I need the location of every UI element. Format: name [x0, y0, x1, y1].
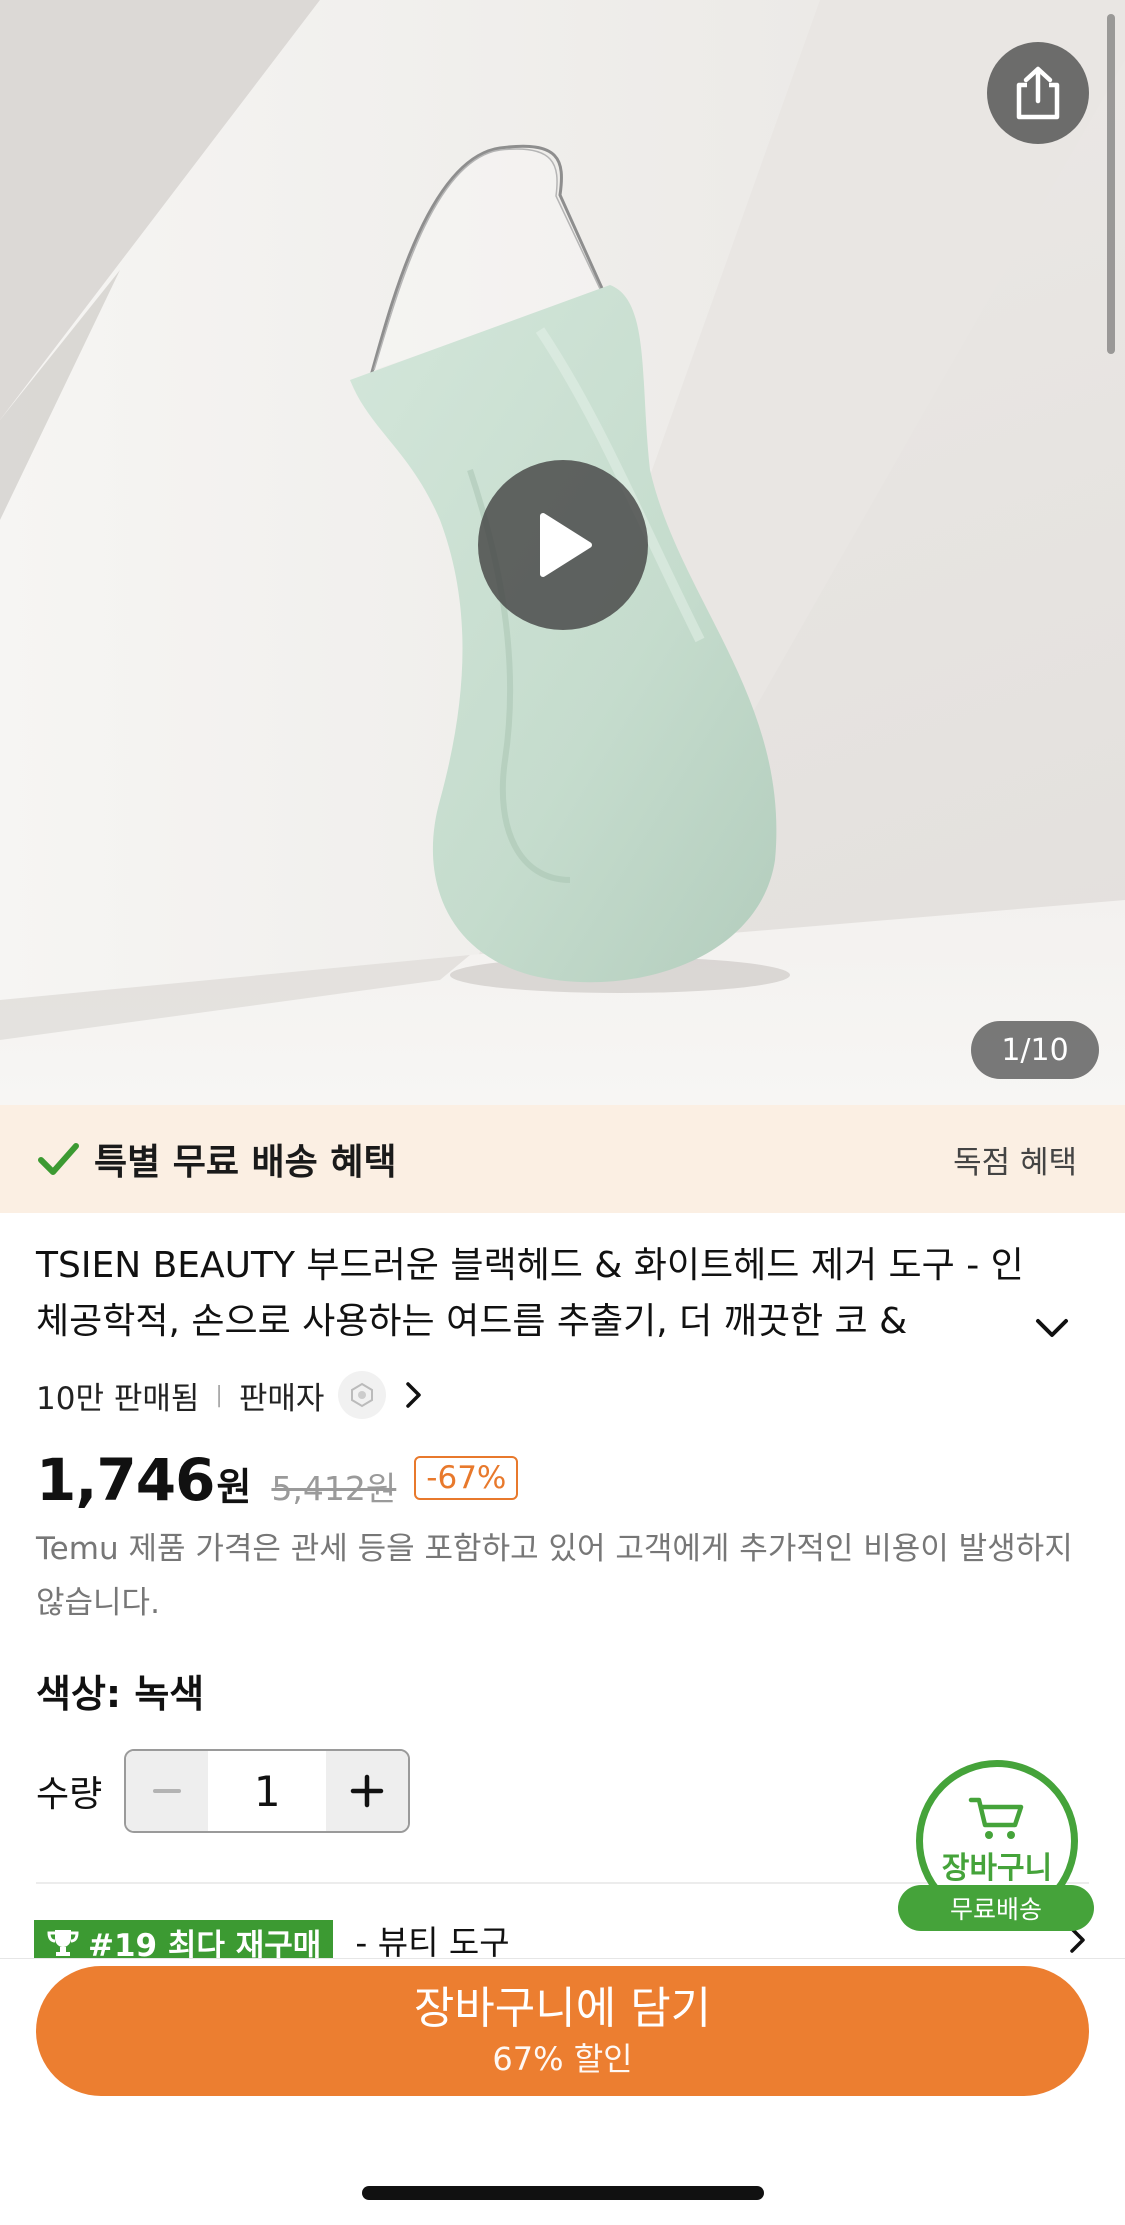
share-icon [1016, 66, 1060, 120]
quantity-row: 수량 1 [36, 1748, 411, 1834]
rank-badge: #19 최다 재구매 [34, 1920, 334, 1961]
image-counter: 1/10 [971, 1021, 1099, 1079]
exclusive-benefit-link[interactable]: 독점 혜택 [953, 1137, 1077, 1182]
price-note: Temu 제품 가격은 관세 등을 포함하고 있어 고객에게 추가적인 비용이 … [36, 1531, 1073, 1621]
add-to-cart-button[interactable]: 장바구니에 담기 67% 할인 [36, 1966, 1089, 2096]
play-video-button[interactable] [478, 460, 648, 630]
increase-quantity-button[interactable] [326, 1751, 409, 1831]
discount-badge: -67% [414, 1456, 519, 1500]
free-shipping-banner[interactable]: 특별 무료 배송 혜택 독점 혜택 [0, 1105, 1125, 1213]
floating-cart-button[interactable]: 장바구니 무료배송 [898, 1760, 1098, 1960]
minus-icon [153, 1789, 182, 1793]
price-unit: 원 [216, 1465, 252, 1509]
seller-label: 판매자 [238, 1380, 325, 1417]
quantity-value[interactable]: 1 [208, 1751, 326, 1831]
current-price: 1,746 [36, 1446, 215, 1514]
plus-icon [351, 1774, 384, 1808]
seller-logo-icon [351, 1382, 374, 1408]
checkmark-icon [38, 1143, 79, 1175]
discount-label: 67% 할인 [492, 2040, 633, 2078]
trophy-icon [47, 1930, 79, 1956]
play-icon [540, 513, 592, 577]
decrease-quantity-button[interactable] [126, 1751, 209, 1831]
scroll-indicator[interactable] [1107, 14, 1115, 354]
quantity-label: 수량 [36, 1774, 103, 1815]
product-title: TSIEN BEAUTY 부드러운 블랙헤드 & 화이트헤드 제거 도구 - 인… [36, 1245, 1024, 1342]
cart-label: 장바구니 [941, 1851, 1053, 1886]
cart-icon [968, 1797, 1024, 1839]
quantity-stepper[interactable]: 1 [124, 1749, 411, 1833]
sales-seller-row[interactable]: 10만 판매됨 | 판매자 [36, 1370, 430, 1420]
color-option[interactable]: 색상: 녹색 [36, 1663, 204, 1718]
separator: | [215, 1382, 223, 1408]
title-fade [920, 1300, 1040, 1356]
original-price: 5,412원 [271, 1469, 397, 1508]
shipping-benefit-text: 특별 무료 배송 혜택 [94, 1142, 397, 1183]
rank-badge-text: #19 최다 재구매 [88, 1927, 322, 1961]
sold-count: 10만 판매됨 [36, 1380, 200, 1417]
expand-title-chevron-icon[interactable] [1030, 1306, 1074, 1350]
chevron-right-icon[interactable] [396, 1378, 430, 1412]
product-image-carousel[interactable]: 1/10 [0, 0, 1125, 1105]
free-shipping-pill: 무료배송 [898, 1885, 1094, 1931]
add-to-cart-label: 장바구니에 담기 [413, 1983, 712, 2034]
home-indicator[interactable] [362, 2186, 764, 2200]
seller-avatar[interactable] [338, 1371, 387, 1419]
price-row: 1,746 원 5,412원 -67% [36, 1446, 519, 1518]
share-button[interactable] [987, 42, 1089, 144]
